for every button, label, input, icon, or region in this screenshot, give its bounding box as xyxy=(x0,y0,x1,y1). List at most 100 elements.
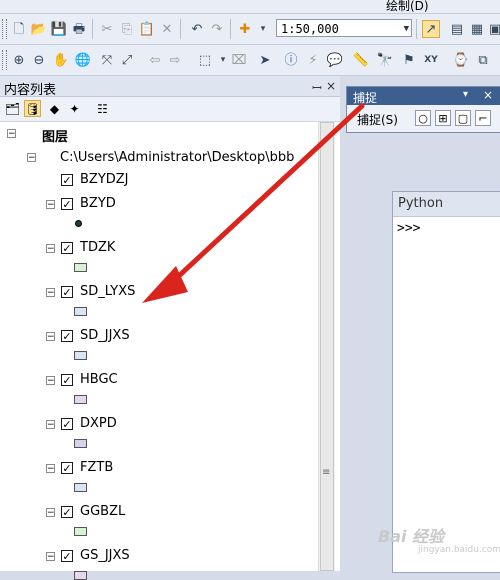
layer-expander[interactable]: − xyxy=(46,200,55,210)
save-icon[interactable]: 💾 xyxy=(50,20,68,38)
html-popup-icon[interactable]: 💬 xyxy=(326,51,344,69)
find-route-icon[interactable]: ⚑ xyxy=(400,51,418,69)
layer-name[interactable]: BZYD xyxy=(80,196,116,211)
layer-expander[interactable]: − xyxy=(46,420,55,430)
path-expander[interactable]: − xyxy=(27,153,36,163)
chevron-down-icon[interactable]: ▼ xyxy=(404,20,409,38)
full-extent-icon[interactable]: 🌐 xyxy=(74,51,92,69)
point-snapping-icon[interactable]: ○ xyxy=(415,110,431,126)
close-icon[interactable]: × xyxy=(326,79,336,93)
layer-expander[interactable]: − xyxy=(46,464,55,474)
layer-visibility-checkbox[interactable]: ✓ xyxy=(61,418,73,430)
add-data-icon[interactable]: ✚ xyxy=(236,20,254,38)
create-viewer-window-icon[interactable]: ⧉ xyxy=(474,51,492,69)
layer-expander[interactable]: − xyxy=(46,508,55,518)
layer-expander[interactable]: − xyxy=(46,332,55,342)
layer-name[interactable]: DXPD xyxy=(80,416,117,431)
zoom-in-icon[interactable]: ⊕ xyxy=(10,51,28,69)
select-features-icon[interactable]: ⬚ xyxy=(196,51,214,69)
editor-toolbar-icon[interactable]: ↗ xyxy=(422,20,440,38)
layer-name[interactable]: BZYDZJ xyxy=(80,172,129,187)
layer-visibility-checkbox[interactable]: ✓ xyxy=(61,330,73,342)
list-by-drawing-order-icon[interactable]: 🗂 xyxy=(4,100,21,117)
fixed-zoom-in-icon[interactable]: ⤧ xyxy=(98,51,116,69)
python-title-bar[interactable]: Python xyxy=(393,192,500,217)
layer-symbol-swatch[interactable] xyxy=(74,395,87,404)
delete-icon[interactable]: ✕ xyxy=(158,20,176,38)
layer-name[interactable]: GGBZL xyxy=(80,504,125,519)
vertex-snapping-icon[interactable]: ▢ xyxy=(455,110,471,126)
snapping-menu[interactable]: 捕捉(S) xyxy=(357,111,398,128)
select-elements-icon[interactable]: ➤ xyxy=(256,51,274,69)
layer-symbol-swatch[interactable] xyxy=(74,263,87,272)
identify-icon[interactable]: ⓘ xyxy=(282,51,300,69)
catalog-icon[interactable]: ▣ xyxy=(486,20,500,38)
snapping-title-bar[interactable]: 捕捉 ▾ × xyxy=(347,87,500,105)
new-document-icon[interactable]: 🗋 xyxy=(10,20,28,38)
list-by-source-icon[interactable]: 🛢 xyxy=(24,100,41,117)
layer-symbol-swatch[interactable] xyxy=(74,527,87,536)
layer-symbol-swatch[interactable] xyxy=(74,571,87,580)
edge-snapping-icon[interactable]: ⌐ xyxy=(475,110,491,126)
clear-selection-icon[interactable]: ⌧ xyxy=(230,51,248,69)
layer-name[interactable]: SD_LYXS xyxy=(80,284,135,299)
layer-visibility-checkbox[interactable]: ✓ xyxy=(61,174,73,186)
root-expander[interactable]: − xyxy=(7,129,16,139)
snapping-window-menu-icon[interactable]: ▾ xyxy=(463,89,468,100)
fixed-zoom-out-icon[interactable]: ⤢ xyxy=(118,51,136,69)
undo-icon[interactable]: ↶ xyxy=(188,20,206,38)
layer-visibility-checkbox[interactable]: ✓ xyxy=(61,242,73,254)
layer-visibility-checkbox[interactable]: ✓ xyxy=(61,198,73,210)
layer-visibility-checkbox[interactable]: ✓ xyxy=(61,506,73,518)
hyperlink-icon[interactable]: ⚡ xyxy=(304,51,322,69)
measure-icon[interactable]: 📏 xyxy=(352,51,370,69)
zoom-out-icon[interactable]: ⊖ xyxy=(30,51,48,69)
layer-expander[interactable]: − xyxy=(46,376,55,386)
layer-visibility-checkbox[interactable]: ✓ xyxy=(61,286,73,298)
time-slider-icon[interactable]: ⌚ xyxy=(452,51,470,69)
layer-name[interactable]: FZTB xyxy=(80,460,113,475)
paste-icon[interactable]: 📋 xyxy=(138,20,156,38)
layer-expander[interactable]: − xyxy=(46,552,55,562)
close-icon[interactable]: × xyxy=(483,88,493,102)
list-by-visibility-icon[interactable]: ◆ xyxy=(46,100,63,117)
toc-window-icon[interactable]: ▦ xyxy=(468,20,486,38)
redo-icon[interactable]: ↷ xyxy=(208,20,226,38)
list-by-selection-icon[interactable]: ✦ xyxy=(66,100,83,117)
layer-visibility-checkbox[interactable]: ✓ xyxy=(61,374,73,386)
cut-icon[interactable]: ✂ xyxy=(98,20,116,38)
layer-expander[interactable]: − xyxy=(46,288,55,298)
draw-menu[interactable]: 绘制(D) xyxy=(386,0,429,12)
toc-scrollbar-thumb[interactable] xyxy=(320,122,334,571)
copy-icon[interactable]: ⎘ xyxy=(118,20,136,38)
toolbar-grip[interactable] xyxy=(2,50,7,70)
back-extent-icon[interactable]: ⇦ xyxy=(146,51,164,69)
map-scale-combo[interactable]: 1:50,000 ▼ xyxy=(276,19,412,37)
layer-symbol-swatch[interactable] xyxy=(74,483,87,492)
layer-name[interactable]: GS_JJXS xyxy=(80,548,130,563)
go-to-xy-icon[interactable]: XY xyxy=(422,51,440,69)
forward-extent-icon[interactable]: ⇨ xyxy=(166,51,184,69)
layer-symbol-swatch[interactable] xyxy=(74,351,87,360)
layer-name[interactable]: SD_JJXS xyxy=(80,328,130,343)
toc-options-icon[interactable]: ☷ xyxy=(94,100,111,117)
layer-symbol-swatch[interactable] xyxy=(74,307,87,316)
end-snapping-icon[interactable]: ⊞ xyxy=(435,110,451,126)
print-icon[interactable]: 🖶 xyxy=(70,20,88,38)
toc-scrollbar[interactable]: ≡ xyxy=(318,122,335,571)
layer-name[interactable]: TDZK xyxy=(80,240,115,255)
pan-hand-icon[interactable]: ✋ xyxy=(52,51,70,69)
layer-expander[interactable]: − xyxy=(46,244,55,254)
layer-symbol-point[interactable] xyxy=(75,220,82,227)
open-folder-icon[interactable]: 📂 xyxy=(30,20,48,38)
layer-name[interactable]: HBGC xyxy=(80,372,118,387)
layer-visibility-checkbox[interactable]: ✓ xyxy=(61,550,73,562)
add-data-dropdown-icon[interactable]: ▾ xyxy=(254,20,272,38)
pin-icon[interactable]: ꟷ xyxy=(312,79,322,96)
toc-title-bar[interactable]: 内容列表 ꟷ × xyxy=(0,76,340,98)
python-prompt[interactable]: >>> xyxy=(397,221,420,236)
find-binoculars-icon[interactable]: 🔭 xyxy=(376,51,394,69)
layer-visibility-checkbox[interactable]: ✓ xyxy=(61,462,73,474)
layer-symbol-swatch[interactable] xyxy=(74,439,87,448)
toolbar-grip[interactable] xyxy=(2,19,7,39)
